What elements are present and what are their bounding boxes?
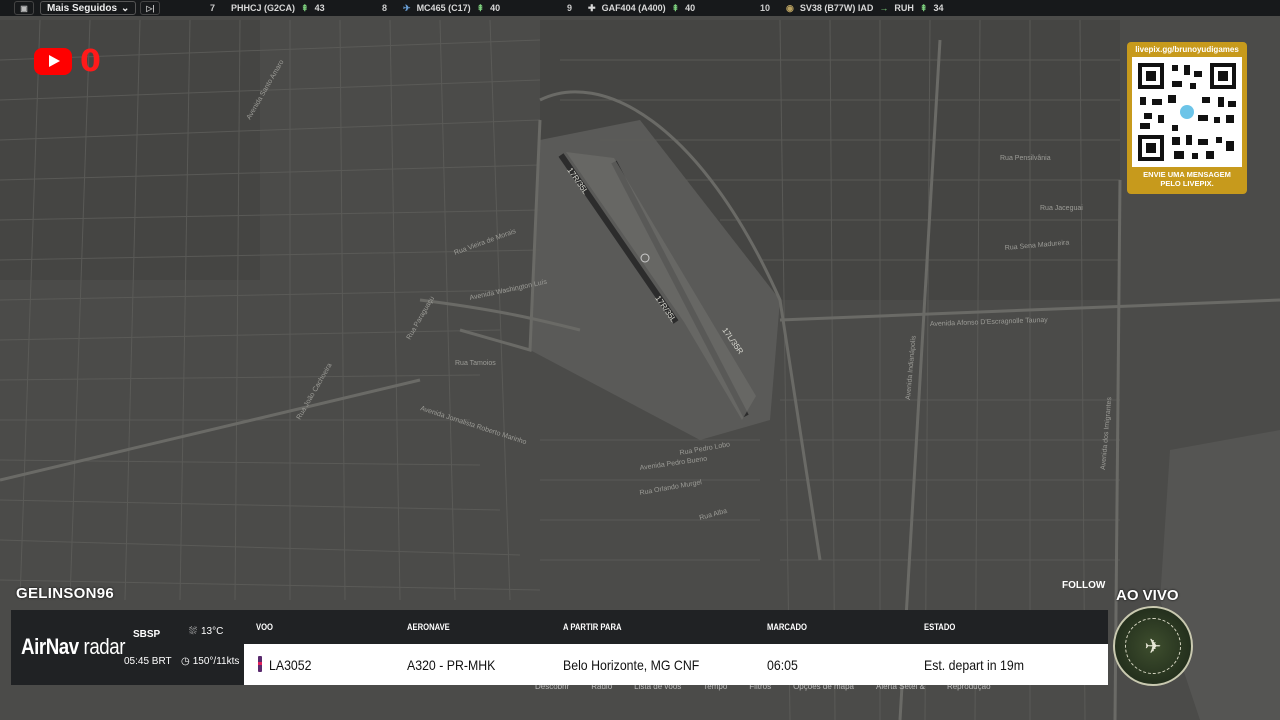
follow-button[interactable]: FOLLOW xyxy=(1062,580,1105,591)
livepix-message: ENVIE UMA MENSAGEM PELO LIVEPIX. xyxy=(1130,170,1244,188)
channel-emblem-icon: ✈ xyxy=(1113,606,1193,686)
window-button[interactable]: ▣ xyxy=(14,1,34,15)
plane-icon: ✈ xyxy=(403,2,411,13)
live-label: AO VIVO xyxy=(1116,587,1179,604)
livepix-message-line: ENVIE UMA MENSAGEM xyxy=(1143,170,1231,179)
flight-rank: 10 xyxy=(760,3,771,13)
followed-flight[interactable]: 9 ✚ GAF404 (A400) ⇞ 40 xyxy=(567,0,695,16)
youtube-icon xyxy=(34,48,72,75)
flight-destination: RUH xyxy=(894,3,914,13)
cross-icon: ✚ xyxy=(588,2,596,13)
scheduled-time: 06:05 xyxy=(767,657,798,673)
wind: ◷ 150°/11kts xyxy=(181,656,239,667)
aircraft: A320 - PR-MHK xyxy=(407,657,496,673)
temperature: ⛆ 13°C xyxy=(189,626,223,637)
followed-flight[interactable]: 7 PHHCJ (G2CA) ⇞ 43 xyxy=(210,0,325,16)
wind-icon: ◷ xyxy=(181,656,190,667)
flight-callsign: SV38 (B77W) IAD xyxy=(799,3,874,13)
header-from-to: A PARTIR PARA xyxy=(563,622,622,632)
from-to: Belo Horizonte, MG CNF xyxy=(563,657,700,673)
flight-altitude: 34 xyxy=(933,3,944,13)
airnav-logo: AirNav radar xyxy=(21,634,125,660)
wind-value: 150°/11kts xyxy=(192,656,240,667)
youtube-count: 0 xyxy=(80,44,101,79)
flight-callsign: PHHCJ (G2CA) xyxy=(231,3,296,13)
livepix-url: livepix.gg/brunoyudigames xyxy=(1135,45,1239,54)
map-label: Rua Pensilvânia xyxy=(1000,155,1051,162)
altitude-icon: ⇞ xyxy=(919,2,928,13)
airline-tail-icon xyxy=(258,656,262,672)
header-aircraft: AERONAVE xyxy=(407,622,450,632)
altitude-icon: ⇞ xyxy=(301,2,309,13)
qr-code-icon xyxy=(1132,57,1242,167)
map-label: Rua Tamoios xyxy=(455,360,496,367)
top-bar: ▣ Mais Seguidos ⌄ ▷| 7 PHHCJ (G2CA) ⇞ 43… xyxy=(0,0,1280,16)
flight-rank: 7 xyxy=(210,3,216,13)
followed-flight[interactable]: 10 ◉ SV38 (B77W) IAD → RUH ⇞ 34 xyxy=(760,0,943,16)
follow-filter-select[interactable]: Mais Seguidos ⌄ xyxy=(40,1,137,15)
youtube-counter: 0 xyxy=(34,44,101,79)
flight-rank: 9 xyxy=(567,3,573,13)
airnav-flight-panel: AirNav radar SBSP 05:45 BRT ⛆ 13°C ◷ 150… xyxy=(11,610,1108,685)
flight-altitude: 40 xyxy=(490,3,501,13)
flight-callsign: MC465 (C17) xyxy=(416,3,471,13)
screen: Avenida Washington Luís Rua Tamoios Aven… xyxy=(0,0,1280,720)
flight-row[interactable]: LA3052 A320 - PR-MHK Belo Horizonte, MG … xyxy=(244,644,1108,685)
altitude-icon: ⇞ xyxy=(671,2,680,13)
flight-altitude: 40 xyxy=(685,3,696,13)
header-status: ESTADO xyxy=(924,622,956,632)
livepix-message-line: PELO LIVEPIX. xyxy=(1160,179,1214,188)
altitude-icon: ⇞ xyxy=(476,2,485,13)
livepix-panel[interactable]: livepix.gg/brunoyudigames ENVIE UMA MENS… xyxy=(1127,42,1247,194)
airnav-logo-a: AirNav xyxy=(21,634,79,659)
map-label: Rua Jaceguai xyxy=(1040,205,1083,212)
airport-time: 05:45 BRT xyxy=(124,656,172,667)
temperature-value: 13°C xyxy=(201,626,224,637)
plane-emblem-icon: ✈ xyxy=(1125,618,1181,674)
emblem-icon: ◉ xyxy=(786,2,794,13)
header-scheduled: MARCADO xyxy=(767,622,807,632)
airnav-logo-b: radar xyxy=(83,634,126,659)
flight-number: LA3052 xyxy=(269,657,312,673)
skip-button[interactable]: ▷| xyxy=(140,1,161,15)
arrow-right-icon: → xyxy=(879,3,889,13)
flight-status: Est. depart in 19m xyxy=(924,657,1024,673)
followed-flight[interactable]: 8 ✈ MC465 (C17) ⇞ 40 xyxy=(382,0,500,16)
streamer-name: GELINSON96 xyxy=(16,585,115,602)
chevron-down-icon: ⌄ xyxy=(121,2,130,14)
header-flight: VOO xyxy=(256,622,274,632)
weather-icon: ⛆ xyxy=(189,626,197,637)
flight-altitude: 43 xyxy=(314,3,325,13)
flight-callsign: GAF404 (A400) xyxy=(601,3,666,13)
follow-filter-label: Mais Seguidos xyxy=(47,2,118,14)
airport-code: SBSP xyxy=(133,629,161,640)
flight-rank: 8 xyxy=(382,3,388,13)
